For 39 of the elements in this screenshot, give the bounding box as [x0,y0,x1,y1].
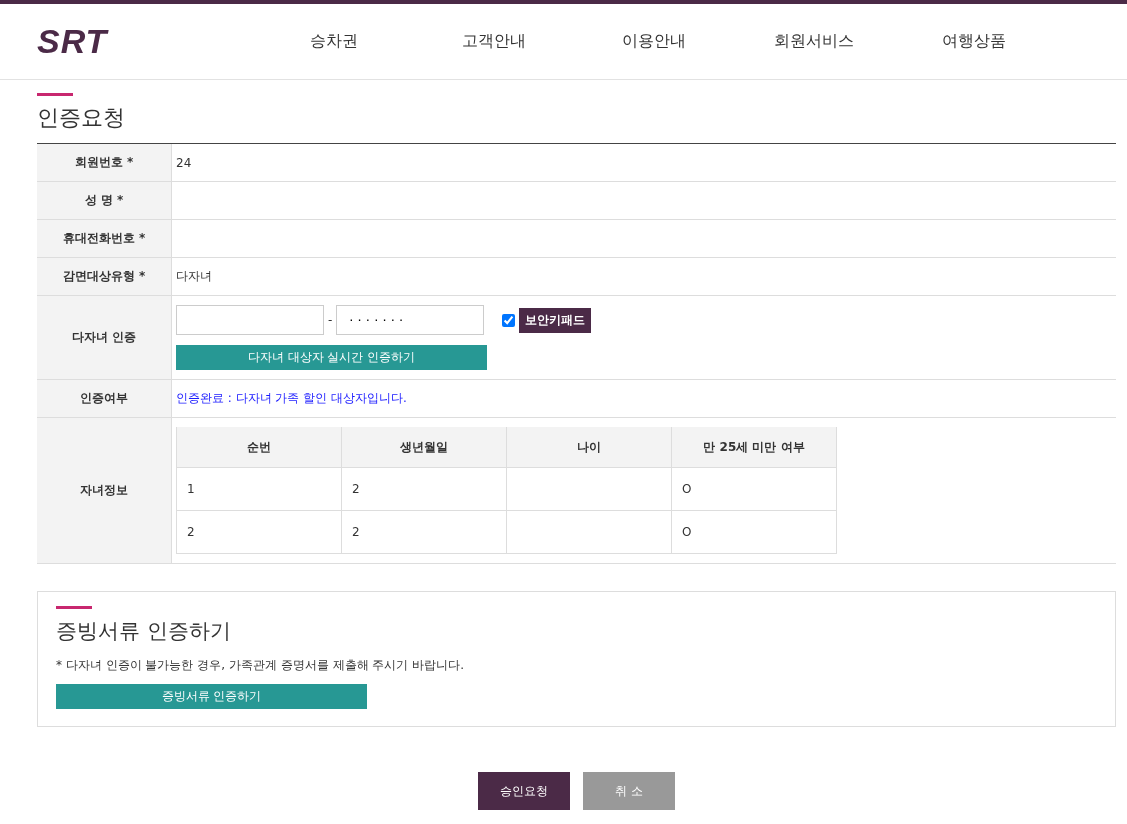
field-label: 회원번호 * [74,154,134,171]
nav-item[interactable]: 회원서비스 [734,31,894,52]
accent-bar [37,93,73,96]
input-field[interactable] [176,305,324,335]
field-label: 인증여부 [80,390,128,407]
request-button[interactable]: 승인요청 [478,772,570,810]
checkbox[interactable] [502,313,516,327]
document-button[interactable]: 증빙서류 인증하기 [56,684,367,709]
column-header: 나이 [506,427,672,468]
field-label: 감면대상유형 * [62,268,146,285]
column-header: 만 25세 미만 여부 [671,427,837,468]
nav-item[interactable]: 고객안내 [414,31,574,52]
table-cell: 2 [176,510,342,554]
field-label: 다자녀 인증 [71,329,137,346]
keypad-label[interactable]: 보안키패드 [519,307,592,333]
table-cell: O [671,510,837,554]
field-label: 자녀정보 [80,482,128,499]
separator: - [328,313,333,327]
page-title: 인증요청 [37,104,126,132]
logo[interactable]: SRT [37,22,177,61]
status-message: 인증완료 : 다자녀 가족 할인 대상자입니다. [176,390,407,407]
field-label: 휴대전화번호 * [62,230,146,247]
table-cell: 1 [176,467,342,511]
field-label: 성 명 * [84,192,124,209]
column-header: 생년월일 [341,427,507,468]
table-cell: 2 [341,467,507,511]
nav-item[interactable]: 승차권 [254,31,414,52]
section-title: 증빙서류 인증하기 [56,618,232,645]
nav-item[interactable]: 여행상품 [894,31,1054,52]
verify-button[interactable]: 다자녀 대상자 실시간 인증하기 [176,345,487,370]
note-text: * 다자녀 인증이 불가능한 경우, 가족관계 증명서를 제출해 주시기 바랍니다. [56,657,465,674]
accent-bar [56,606,92,609]
nav-item[interactable]: 이용안내 [574,31,734,52]
column-header: 순번 [176,427,342,468]
field-value: 다자녀 [176,268,212,285]
field-value: 24 [176,155,192,170]
table-cell: O [671,467,837,511]
table-cell: 2 [341,510,507,554]
input-field[interactable]: · · · · · · · [336,305,485,335]
